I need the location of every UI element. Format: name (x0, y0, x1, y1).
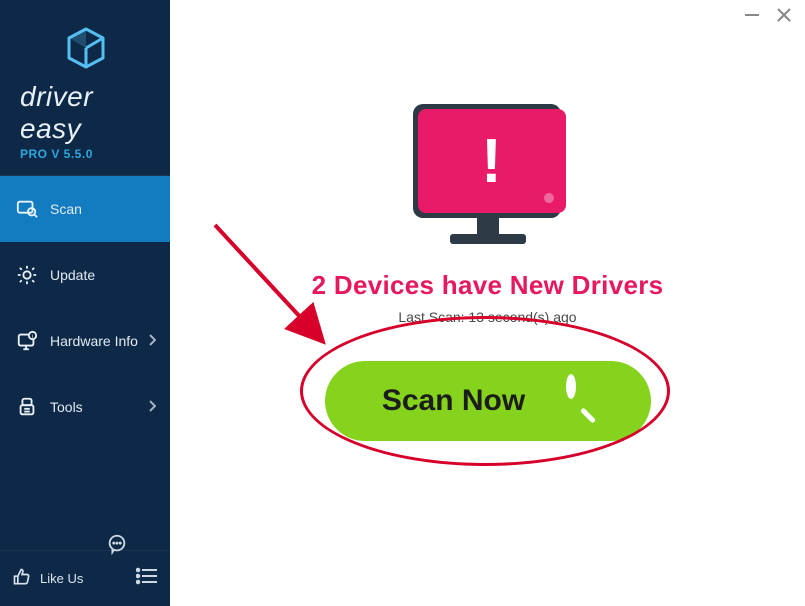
like-us-button[interactable]: Like Us (12, 567, 83, 590)
feedback-icon[interactable] (106, 533, 128, 560)
scan-icon (14, 198, 40, 220)
monitor-alert-graphic: ! (413, 104, 563, 244)
scan-now-label: Scan Now (382, 384, 525, 418)
main-panel: ! 2 Devices have New Drivers Last Scan: … (170, 0, 805, 606)
exclamation-icon: ! (481, 126, 502, 197)
sidebar-nav: Scan Update i Hard (0, 176, 170, 440)
sidebar-bottom: Like Us (0, 550, 170, 606)
magnify-icon (549, 379, 593, 423)
chevron-right-icon (148, 399, 156, 415)
window-titlebar (170, 0, 805, 34)
sidebar-item-update[interactable]: Update (0, 242, 170, 308)
sidebar-item-label: Tools (50, 399, 83, 415)
close-button[interactable] (777, 8, 791, 26)
thumbs-up-icon (12, 567, 32, 590)
logo-row: driver easy PRO V 5.5.0 (20, 26, 150, 161)
headline-text: 2 Devices have New Drivers (312, 270, 664, 301)
app-version: PRO V 5.5.0 (20, 147, 93, 161)
list-toggle-icon[interactable] (136, 567, 158, 590)
sidebar-item-hardware-info[interactable]: i Hardware Info (0, 308, 170, 374)
last-scan-text: Last Scan: 13 second(s) ago (398, 309, 576, 325)
logo-block: driver easy PRO V 5.5.0 (0, 0, 170, 176)
app-name: driver easy (20, 81, 150, 145)
sidebar-item-label: Hardware Info (50, 333, 138, 349)
tools-icon (14, 396, 40, 418)
scan-now-button[interactable]: Scan Now (325, 361, 651, 441)
sidebar: driver easy PRO V 5.5.0 Scan (0, 0, 170, 606)
chevron-right-icon (148, 333, 156, 349)
sidebar-item-label: Scan (50, 201, 82, 217)
gear-refresh-icon (14, 264, 40, 286)
sidebar-item-scan[interactable]: Scan (0, 176, 170, 242)
content-area: ! 2 Devices have New Drivers Last Scan: … (170, 34, 805, 606)
like-us-label: Like Us (40, 571, 83, 586)
sidebar-item-tools[interactable]: Tools (0, 374, 170, 440)
app-logo-icon (64, 26, 108, 75)
minimize-button[interactable] (745, 4, 759, 22)
hardware-icon: i (14, 330, 40, 352)
svg-text:i: i (32, 334, 33, 340)
sidebar-item-label: Update (50, 267, 95, 283)
